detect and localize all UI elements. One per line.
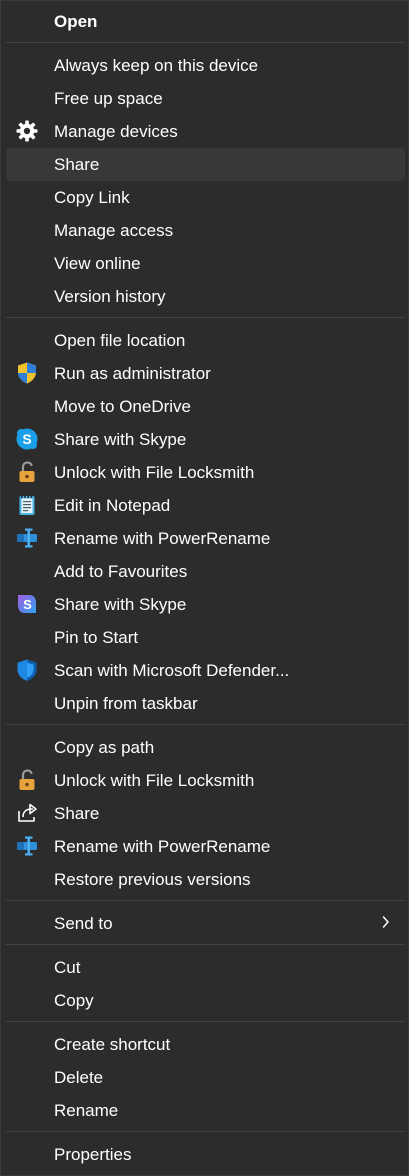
menu-item-label: Edit in Notepad	[54, 496, 171, 515]
menu-item-always-keep[interactable]: Always keep on this device	[6, 49, 405, 82]
menu-item-label: Create shortcut	[54, 1035, 171, 1054]
menu-separator	[6, 1021, 405, 1022]
menu-separator	[6, 1131, 405, 1132]
padlock-icon	[19, 461, 35, 482]
menu-item-unpin-taskbar[interactable]: Unpin from taskbar	[6, 687, 405, 720]
menu-item-edit-in-notepad[interactable]: Edit in Notepad	[6, 489, 405, 522]
menu-item-label: Rename with PowerRename	[54, 529, 271, 548]
menu-item-free-up-space[interactable]: Free up space	[6, 82, 405, 115]
menu-item-label: Rename with PowerRename	[54, 837, 271, 856]
menu-item-label: Rename	[54, 1101, 119, 1120]
defender-shield-icon	[17, 659, 37, 681]
menu-item-label: Cut	[54, 958, 81, 977]
menu-item-open[interactable]: Open	[6, 5, 405, 38]
menu-item-label: Delete	[54, 1068, 104, 1087]
menu-item-label: Move to OneDrive	[54, 397, 191, 416]
menu-item-label: Scan with Microsoft Defender...	[54, 661, 290, 680]
menu-item-rename-powerrename-2[interactable]: Rename with PowerRename	[6, 830, 405, 863]
menu-item-manage-access[interactable]: Manage access	[6, 214, 405, 247]
menu-item-label: Unpin from taskbar	[54, 694, 198, 713]
menu-item-label: Always keep on this device	[54, 56, 259, 75]
menu-item-label: Version history	[54, 287, 166, 306]
menu-item-label: Restore previous versions	[54, 870, 251, 889]
chevron-right-icon	[382, 916, 389, 928]
menu-item-share-with-skype-preview[interactable]: S Share with Skype	[6, 588, 405, 621]
skype-preview-icon: S	[18, 595, 36, 613]
menu-item-label: Properties	[54, 1145, 132, 1164]
menu-item-scan-defender[interactable]: Scan with Microsoft Defender...	[6, 654, 405, 687]
menu-item-label: Share	[54, 804, 100, 823]
powerrename-icon	[17, 836, 37, 856]
menu-item-label: Share	[54, 155, 100, 174]
context-menu: Open Always keep on this device Free up …	[0, 0, 409, 1176]
menu-item-label: Copy	[54, 991, 94, 1010]
menu-item-pin-to-start[interactable]: Pin to Start	[6, 621, 405, 654]
menu-item-rename-powerrename[interactable]: Rename with PowerRename	[6, 522, 405, 555]
menu-item-unlock-file-locksmith[interactable]: Unlock with File Locksmith	[6, 456, 405, 489]
gear-icon	[16, 120, 38, 142]
menu-item-cut[interactable]: Cut	[6, 951, 405, 984]
menu-item-version-history[interactable]: Version history	[6, 280, 405, 313]
menu-separator	[6, 42, 405, 43]
menu-item-share-onedrive[interactable]: Share	[6, 148, 405, 181]
menu-item-manage-devices[interactable]: Manage devices	[6, 115, 405, 148]
menu-item-label: Copy as path	[54, 738, 155, 757]
menu-separator	[6, 724, 405, 725]
menu-item-label: Manage devices	[54, 122, 178, 141]
menu-item-label: Run as administrator	[54, 364, 211, 383]
menu-separator	[6, 317, 405, 318]
menu-item-label: Share with Skype	[54, 595, 187, 614]
menu-item-share-with-skype[interactable]: S Share with Skype	[6, 423, 405, 456]
menu-item-label: View online	[54, 254, 141, 273]
menu-separator	[6, 900, 405, 901]
menu-item-rename[interactable]: Rename	[6, 1094, 405, 1127]
menu-item-create-shortcut[interactable]: Create shortcut	[6, 1028, 405, 1061]
menu-item-label: Unlock with File Locksmith	[54, 463, 255, 482]
menu-item-restore-previous-versions[interactable]: Restore previous versions	[6, 863, 405, 896]
menu-item-label: Unlock with File Locksmith	[54, 771, 255, 790]
notepad-icon	[19, 494, 35, 515]
menu-item-label: Copy Link	[54, 188, 130, 207]
share-icon	[18, 803, 37, 822]
menu-item-copy-as-path[interactable]: Copy as path	[6, 731, 405, 764]
menu-item-label: Add to Favourites	[54, 562, 188, 581]
menu-item-send-to[interactable]: Send to	[6, 907, 405, 940]
menu-item-run-as-admin[interactable]: Run as administrator	[6, 357, 405, 390]
menu-item-unlock-file-locksmith-2[interactable]: Unlock with File Locksmith	[6, 764, 405, 797]
menu-item-open-file-location[interactable]: Open file location	[6, 324, 405, 357]
svg-text:S: S	[23, 597, 32, 612]
menu-item-label: Open file location	[54, 331, 186, 350]
menu-item-move-to-onedrive[interactable]: Move to OneDrive	[6, 390, 405, 423]
menu-item-label: Pin to Start	[54, 628, 139, 647]
menu-item-copy-link[interactable]: Copy Link	[6, 181, 405, 214]
menu-item-view-online[interactable]: View online	[6, 247, 405, 280]
menu-item-label: Manage access	[54, 221, 174, 240]
menu-item-delete[interactable]: Delete	[6, 1061, 405, 1094]
menu-item-label: Free up space	[54, 89, 163, 108]
skype-icon: S	[16, 428, 38, 450]
menu-separator	[6, 944, 405, 945]
menu-item-add-to-favourites[interactable]: Add to Favourites	[6, 555, 405, 588]
uac-shield-icon	[18, 362, 36, 384]
menu-item-share[interactable]: Share	[6, 797, 405, 830]
powerrename-icon	[17, 528, 37, 548]
menu-item-properties[interactable]: Properties	[6, 1138, 405, 1171]
menu-item-label: Send to	[54, 914, 113, 933]
menu-item-label: Open	[54, 12, 98, 31]
padlock-icon	[19, 769, 35, 790]
menu-item-label: Share with Skype	[54, 430, 187, 449]
svg-text:S: S	[22, 431, 31, 447]
menu-item-copy[interactable]: Copy	[6, 984, 405, 1017]
